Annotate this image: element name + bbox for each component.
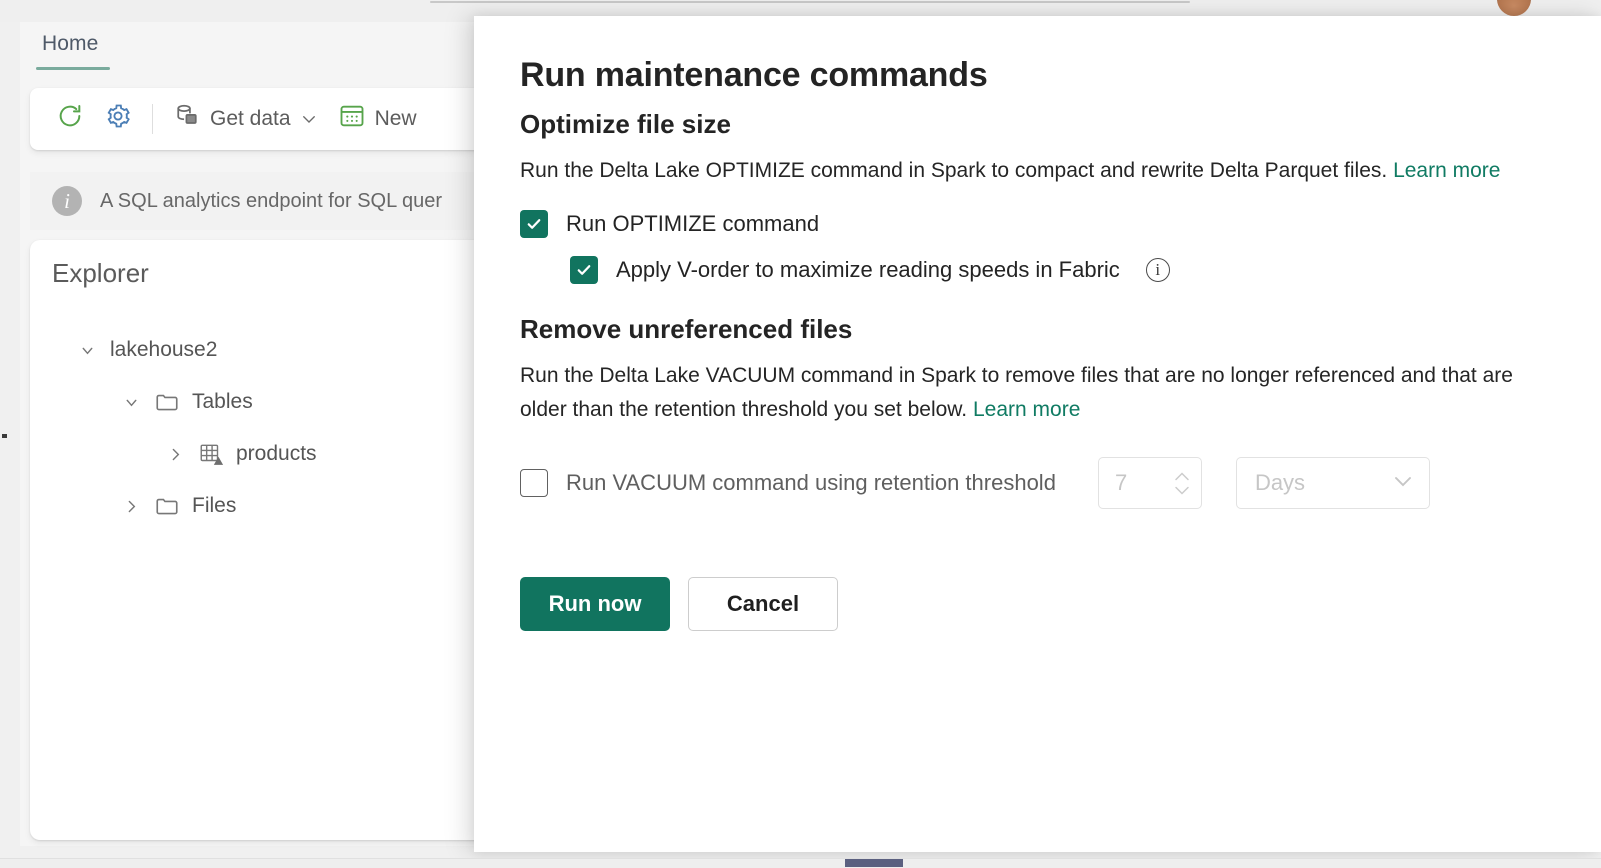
gear-icon xyxy=(104,102,132,136)
chevron-right-icon[interactable] xyxy=(120,498,142,515)
chevron-right-icon[interactable] xyxy=(164,446,186,463)
tree-item-label: lakehouse2 xyxy=(110,338,218,361)
chevron-down-icon[interactable] xyxy=(76,342,98,359)
vacuum-section-heading: Remove unreferenced files xyxy=(520,314,853,345)
refresh-button[interactable] xyxy=(46,97,94,141)
info-bar-text: A SQL analytics endpoint for SQL quer xyxy=(100,189,443,212)
folder-icon xyxy=(154,493,180,519)
toolbar-divider xyxy=(152,104,153,134)
info-icon[interactable]: i xyxy=(1145,258,1170,283)
tree-item-label: Tables xyxy=(192,390,253,413)
new-table-icon xyxy=(338,102,366,136)
folder-icon xyxy=(154,389,180,415)
chevron-down-icon[interactable] xyxy=(1391,469,1415,498)
retention-value-stepper[interactable]: 7 xyxy=(1097,457,1202,510)
run-vacuum-label: Run VACUUM command using retention thres… xyxy=(566,470,1056,496)
refresh-icon xyxy=(56,102,84,136)
tree-item-tables[interactable]: Tables xyxy=(30,376,500,428)
vacuum-description: Run the Delta Lake VACUUM command in Spa… xyxy=(520,359,1520,427)
get-data-button[interactable]: Get data xyxy=(163,97,328,141)
chevron-down-icon xyxy=(1175,486,1189,495)
new-label: New xyxy=(374,107,417,130)
apply-vorder-label: Apply V-order to maximize reading speeds… xyxy=(616,257,1120,283)
optimize-description-text: Run the Delta Lake OPTIMIZE command in S… xyxy=(520,159,1388,182)
run-optimize-label: Run OPTIMIZE command xyxy=(566,211,820,237)
database-icon xyxy=(173,102,201,136)
apply-vorder-row[interactable]: Apply V-order to maximize reading speeds… xyxy=(570,256,1555,285)
tree-item-label: products xyxy=(236,442,317,465)
horizontal-scrollbar-thumb[interactable] xyxy=(845,859,903,867)
explorer-title: Explorer xyxy=(52,258,149,288)
info-icon: i xyxy=(52,186,82,216)
stepper-arrows[interactable] xyxy=(1173,471,1191,496)
run-now-button[interactable]: Run now xyxy=(520,577,670,632)
dialog-title: Run maintenance commands xyxy=(520,56,988,94)
settings-button[interactable] xyxy=(94,97,142,141)
global-search-bar-edge[interactable] xyxy=(430,1,1190,3)
tree-item-label: Files xyxy=(192,494,237,517)
run-optimize-row[interactable]: Run OPTIMIZE command xyxy=(520,210,1555,239)
screen: Home Get data New i A SQL analytics endp… xyxy=(0,0,1601,868)
retention-unit-value: Days xyxy=(1254,470,1306,496)
explorer-tree: lakehouse2 Tables products Files xyxy=(30,324,500,532)
chevron-down-icon[interactable] xyxy=(120,394,142,411)
cursor-artifact xyxy=(2,434,7,438)
cancel-button[interactable]: Cancel xyxy=(688,577,838,632)
apply-vorder-checkbox[interactable] xyxy=(570,256,598,285)
retention-value: 7 xyxy=(1114,470,1128,496)
run-vacuum-checkbox[interactable] xyxy=(520,469,548,498)
get-data-label: Get data xyxy=(210,107,291,130)
tab-home-underline xyxy=(36,67,110,70)
optimize-description: Run the Delta Lake OPTIMIZE command in S… xyxy=(520,154,1520,188)
chevron-down-icon[interactable] xyxy=(300,110,318,128)
run-maintenance-commands-dialog: Run maintenance commands Optimize file s… xyxy=(474,16,1601,852)
run-optimize-checkbox[interactable] xyxy=(520,210,548,239)
chevron-up-icon xyxy=(1175,471,1189,480)
horizontal-scrollbar-track[interactable] xyxy=(0,858,1601,868)
optimize-learn-more-link[interactable]: Learn more xyxy=(1393,159,1500,182)
tree-item-products[interactable]: products xyxy=(30,428,500,480)
vacuum-learn-more-link[interactable]: Learn more xyxy=(973,398,1080,421)
tab-home[interactable]: Home xyxy=(36,30,104,64)
tree-item-lakehouse2[interactable]: lakehouse2 xyxy=(30,324,500,376)
new-button[interactable]: New xyxy=(328,97,427,141)
retention-unit-dropdown[interactable]: Days xyxy=(1235,457,1430,510)
optimize-section-heading: Optimize file size xyxy=(520,109,731,139)
tree-item-files[interactable]: Files xyxy=(30,480,500,532)
dialog-action-row: Run now Cancel xyxy=(520,577,1555,632)
delta-table-icon xyxy=(198,441,224,467)
run-vacuum-row[interactable]: Run VACUUM command using retention thres… xyxy=(520,457,1555,510)
